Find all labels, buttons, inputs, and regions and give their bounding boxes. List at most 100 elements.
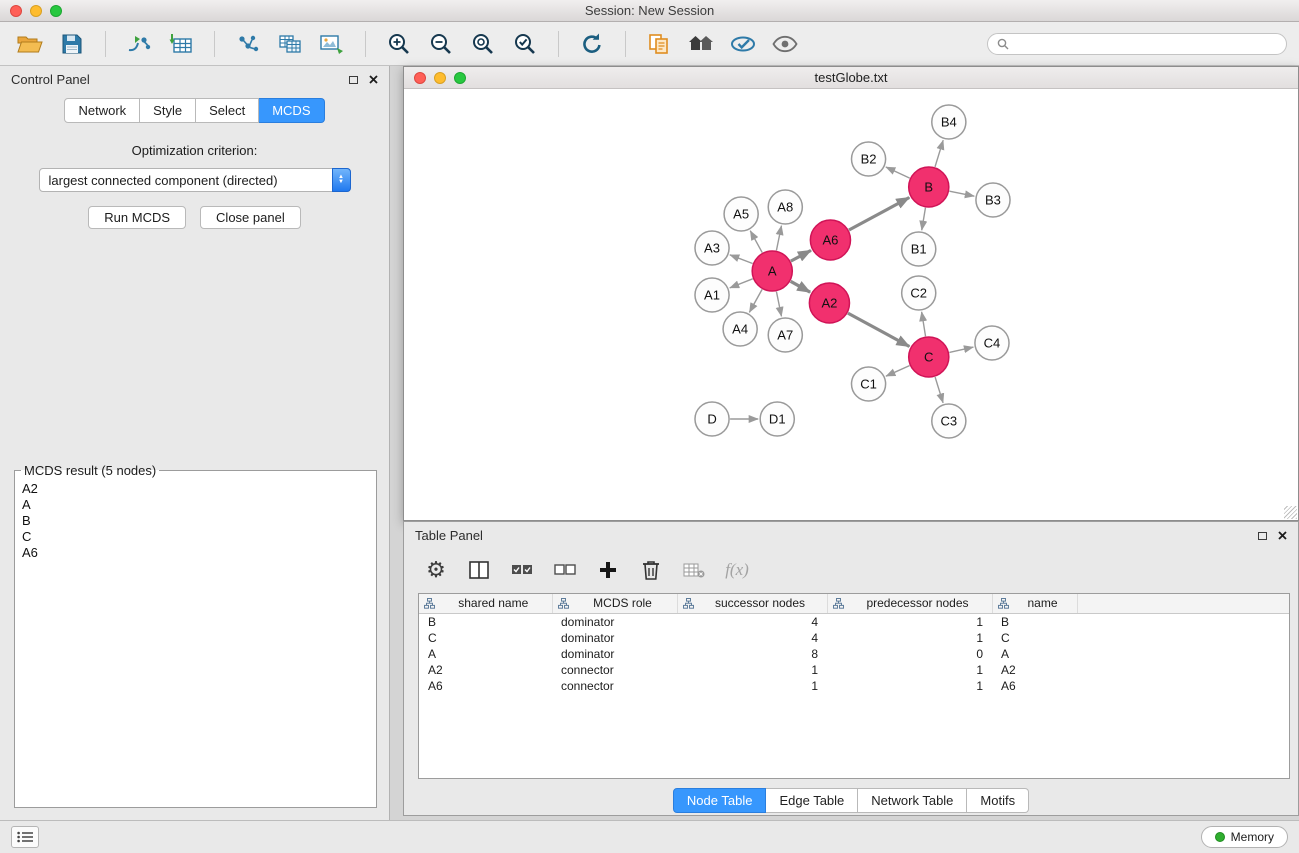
table-row[interactable]: Adominator80A [419,646,1289,662]
table-cell[interactable]: A6 [419,678,552,694]
graph-edge-A-A6[interactable] [791,250,811,261]
table-row[interactable]: A2connector11A2 [419,662,1289,678]
graph-node-D1[interactable]: D1 [760,402,794,436]
graph-node-A1[interactable]: A1 [695,278,729,312]
graph-node-A7[interactable]: A7 [768,318,802,352]
import-table-button[interactable] [163,26,199,62]
deselect-all-button[interactable] [553,555,577,585]
table-cell[interactable]: connector [552,678,677,694]
columns-button[interactable] [467,555,491,585]
table-cell[interactable]: 1 [827,613,992,630]
graph-node-C2[interactable]: C2 [902,276,936,310]
run-mcds-button[interactable]: Run MCDS [88,206,186,229]
table-tab-node-table[interactable]: Node Table [673,788,767,813]
delete-row-button[interactable] [639,555,663,585]
mcds-result-item[interactable]: A [22,497,369,513]
graph-edge-A-A1[interactable] [730,279,753,288]
graph-edge-C-C4[interactable] [949,347,973,352]
table-tab-edge-table[interactable]: Edge Table [766,788,858,813]
window-titlebar[interactable]: Session: New Session [0,0,1299,22]
node-table-container[interactable]: shared nameMCDS rolesuccessor nodesprede… [418,593,1290,779]
graph-node-B2[interactable]: B2 [852,142,886,176]
select-all-button[interactable] [510,555,534,585]
table-cell[interactable]: 4 [677,630,827,646]
graph-node-B[interactable]: B [909,167,949,207]
close-panel-icon[interactable] [369,75,378,84]
mcds-result-item[interactable]: C [22,529,369,545]
column-header-successor-nodes[interactable]: successor nodes [677,594,827,613]
table-cell[interactable]: 1 [677,678,827,694]
table-cell[interactable]: 1 [827,678,992,694]
minimize-window-button[interactable] [30,5,42,17]
graph-node-B3[interactable]: B3 [976,183,1010,217]
table-cell[interactable]: B [992,613,1077,630]
import-network-button[interactable] [121,26,157,62]
table-row[interactable]: Bdominator41B [419,613,1289,630]
table-cell[interactable]: A2 [419,662,552,678]
graph-node-C[interactable]: C [909,337,949,377]
add-row-button[interactable] [596,555,620,585]
graph-node-A8[interactable]: A8 [768,190,802,224]
graph-node-B1[interactable]: B1 [902,232,936,266]
graph-edge-A-A3[interactable] [730,255,753,264]
copy-pages-button[interactable] [641,26,677,62]
column-header-predecessor-nodes[interactable]: predecessor nodes [827,594,992,613]
graph-node-C1[interactable]: C1 [852,367,886,401]
graph-edge-C-C2[interactable] [922,312,926,337]
search-input[interactable] [1014,37,1277,51]
table-cell[interactable]: C [992,630,1077,646]
resize-handle[interactable] [1284,506,1297,519]
graph-edge-B-B2[interactable] [886,167,910,178]
zoom-in-button[interactable] [381,26,417,62]
graph-edge-A-A7[interactable] [776,292,781,317]
zoom-out-button[interactable] [423,26,459,62]
graph-node-D[interactable]: D [695,402,729,436]
table-cell[interactable]: B [419,613,552,630]
table-tab-motifs[interactable]: Motifs [967,788,1029,813]
table-cell[interactable]: 1 [827,630,992,646]
tab-select[interactable]: Select [196,98,259,123]
network-zoom-button[interactable] [454,72,466,84]
graph-node-A6[interactable]: A6 [810,220,850,260]
graph-node-B4[interactable]: B4 [932,105,966,139]
table-cell[interactable]: A [419,646,552,662]
delete-table-button[interactable] [682,555,706,585]
network-canvas[interactable]: B4B2BB3A5A8A6A3B1AC2A1A2A4A7C4CC1DD1C3 [404,89,1298,520]
close-panel-button[interactable]: Close panel [200,206,301,229]
column-header-mcds-role[interactable]: MCDS role [552,594,677,613]
graph-edge-C-C1[interactable] [886,366,910,377]
table-cell[interactable]: C [419,630,552,646]
details-check-button[interactable] [725,26,761,62]
close-table-panel-icon[interactable] [1278,531,1287,540]
network-close-button[interactable] [414,72,426,84]
zoom-selected-button[interactable] [507,26,543,62]
table-cell[interactable]: A2 [992,662,1077,678]
graph-node-A[interactable]: A [752,251,792,291]
float-table-panel-icon[interactable] [1258,532,1267,540]
tab-style[interactable]: Style [140,98,196,123]
network-window-titlebar[interactable]: testGlobe.txt [404,67,1298,89]
table-cell[interactable]: 1 [827,662,992,678]
tab-mcds[interactable]: MCDS [259,98,324,123]
graph-edge-C-C3[interactable] [935,377,943,403]
save-button[interactable] [54,26,90,62]
zoom-fit-button[interactable] [465,26,501,62]
table-tab-network-table[interactable]: Network Table [858,788,967,813]
graph-edge-A-A2[interactable] [791,281,811,292]
graph-edge-A6-B[interactable] [849,198,909,231]
open-folder-button[interactable] [12,26,48,62]
tab-network[interactable]: Network [64,98,140,123]
graph-node-A3[interactable]: A3 [695,231,729,265]
show-graphics-button[interactable] [767,26,803,62]
memory-button[interactable]: Memory [1201,826,1288,848]
network-graph[interactable]: B4B2BB3A5A8A6A3B1AC2A1A2A4A7C4CC1DD1C3 [404,89,1298,520]
graph-edge-A2-C[interactable] [848,313,910,346]
graph-node-A4[interactable]: A4 [723,312,757,346]
mcds-result-item[interactable]: A6 [22,545,369,561]
network-window[interactable]: testGlobe.txt B4B2BB3A5A8A6A3B1AC2A1A2A4… [403,66,1299,521]
home-button[interactable] [683,26,719,62]
optimization-dropdown[interactable]: largest connected component (directed) ▲… [39,168,351,192]
table-cell[interactable]: 4 [677,613,827,630]
new-network-button[interactable] [230,26,266,62]
export-image-button[interactable] [314,26,350,62]
